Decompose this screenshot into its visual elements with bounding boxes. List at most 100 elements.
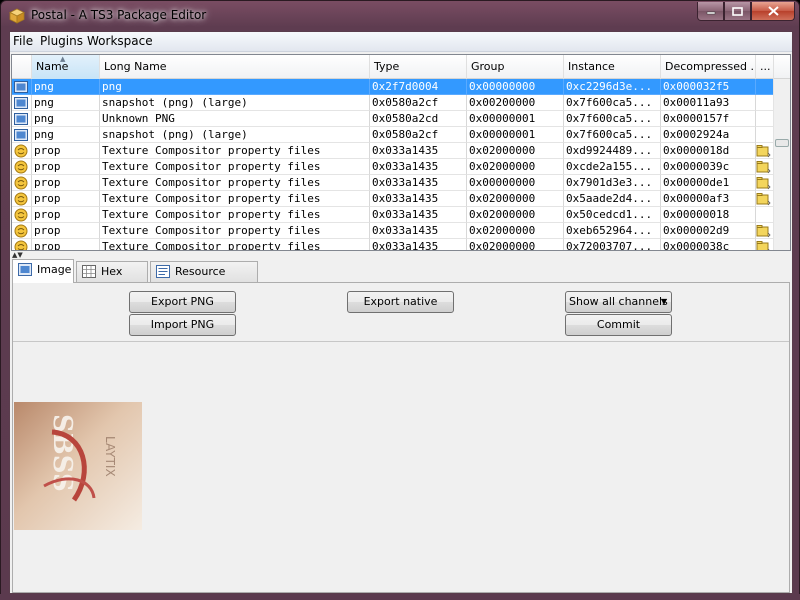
export-png-button[interactable]: Export PNG — [129, 291, 236, 313]
vertical-scrollbar[interactable] — [773, 79, 790, 250]
table-row[interactable]: png snapshot (png) (large) 0x0580a2cf 0x002… — [12, 95, 774, 111]
cell-long-name: Texture Compositor property files — [100, 191, 370, 207]
cell-name: prop — [32, 223, 100, 239]
folder-icon — [756, 225, 771, 238]
cell-type: 0x2f7d0004 — [370, 79, 467, 95]
maximize-button[interactable] — [724, 2, 751, 21]
title-bar[interactable]: Postal - A TS3 Package Editor — [1, 1, 800, 31]
column-header-group[interactable]: Group — [467, 55, 564, 79]
resource-grid[interactable]: ▲ Name Long Name Type Group Instance Dec… — [11, 54, 791, 251]
image-preview-area: SBSS LAYTIX — [13, 341, 789, 592]
splitter-arrows-icon[interactable]: ▲▼ — [12, 251, 23, 259]
table-row[interactable]: prop Texture Compositor property files 0x0… — [12, 143, 774, 159]
cell-extra — [756, 111, 774, 127]
minimize-button[interactable] — [697, 2, 724, 21]
cell-group: 0x02000000 — [467, 143, 564, 159]
channels-select-value: Show all channels — [569, 295, 668, 308]
import-png-button[interactable]: Import PNG — [129, 314, 236, 336]
cell-group: 0x02000000 — [467, 239, 564, 250]
cell-type: 0x0580a2cd — [370, 111, 467, 127]
column-header-decompressed[interactable]: Decompressed ... — [661, 55, 756, 79]
cell-type: 0x033a1435 — [370, 159, 467, 175]
cell-instance: 0xeb652964... — [564, 223, 661, 239]
cell-type: 0x033a1435 — [370, 207, 467, 223]
cell-name: png — [32, 111, 100, 127]
panel-splitter[interactable]: ▲▼ — [10, 251, 792, 259]
cell-instance: 0x7f600ca5... — [564, 127, 661, 143]
cell-group: 0x00000001 — [467, 111, 564, 127]
cell-group: 0x02000000 — [467, 159, 564, 175]
cell-name: prop — [32, 191, 100, 207]
cell-name: prop — [32, 159, 100, 175]
tab-image-label: Image — [37, 263, 72, 276]
tab-hex-view[interactable]: Hex View — [76, 261, 148, 297]
cell-decompressed: 0x000002d9 — [661, 223, 756, 239]
cell-instance: 0x7901d3e3... — [564, 175, 661, 191]
table-row[interactable]: prop Texture Compositor property files 0x0… — [12, 175, 774, 191]
table-row[interactable]: prop Texture Compositor property files 0x0… — [12, 239, 774, 250]
menu-plugins[interactable]: Plugins — [40, 34, 83, 48]
cell-extra — [756, 127, 774, 143]
chevron-down-icon: ▼ — [660, 297, 667, 306]
table-row[interactable]: png Unknown PNG 0x0580a2cd 0x00000001 0x7f60… — [12, 111, 774, 127]
table-row[interactable]: png snapshot (png) (large) 0x0580a2cf 0x000… — [12, 127, 774, 143]
table-row[interactable]: prop Texture Compositor property files 0x0… — [12, 207, 774, 223]
property-icon — [14, 240, 28, 250]
folder-icon — [756, 177, 771, 190]
table-row[interactable]: prop Texture Compositor property files 0x0… — [12, 159, 774, 175]
close-button[interactable] — [751, 2, 795, 21]
window-bottom-border — [0, 594, 800, 600]
table-row[interactable]: prop Texture Compositor property files 0x0… — [12, 223, 774, 239]
scrollbar-thumb[interactable] — [775, 139, 789, 147]
tab-image[interactable]: Image — [12, 259, 74, 283]
export-native-button[interactable]: Export native — [347, 291, 454, 313]
cell-instance: 0x5aade2d4... — [564, 191, 661, 207]
cell-group: 0x00000001 — [467, 127, 564, 143]
cell-long-name: Texture Compositor property files — [100, 239, 370, 250]
folder-icon — [756, 193, 771, 206]
channels-select[interactable]: Show all channels ▼ — [565, 291, 672, 313]
column-header-more[interactable]: ... — [756, 55, 774, 79]
cell-type: 0x0580a2cf — [370, 95, 467, 111]
property-icon — [14, 208, 28, 222]
cell-name: png — [32, 95, 100, 111]
cell-type: 0x0580a2cf — [370, 127, 467, 143]
property-icon — [14, 224, 28, 238]
cell-long-name: snapshot (png) (large) — [100, 95, 370, 111]
column-header-instance[interactable]: Instance — [564, 55, 661, 79]
table-row[interactable]: png png 0x2f7d0004 0x00000000 0xc2296d3e... 0… — [12, 79, 774, 95]
package-icon — [9, 8, 25, 24]
cell-decompressed: 0x00000de1 — [661, 175, 756, 191]
hex-grid-icon — [82, 265, 96, 278]
commit-button[interactable]: Commit — [565, 314, 672, 336]
cell-decompressed: 0x0000038c — [661, 239, 756, 250]
cell-extra — [756, 207, 774, 223]
cell-group: 0x02000000 — [467, 207, 564, 223]
cell-long-name: snapshot (png) (large) — [100, 127, 370, 143]
menu-workspace[interactable]: Workspace — [87, 34, 153, 48]
cell-instance: 0xd9924489... — [564, 143, 661, 159]
column-header-type[interactable]: Type — [370, 55, 467, 79]
tab-resource-details[interactable]: Resource Details — [150, 261, 258, 297]
close-icon — [767, 6, 779, 16]
cell-group: 0x02000000 — [467, 191, 564, 207]
cell-name: png — [32, 127, 100, 143]
column-header-name[interactable]: ▲ Name — [32, 55, 100, 79]
property-icon — [14, 176, 28, 190]
cell-long-name: Texture Compositor property files — [100, 175, 370, 191]
sort-ascending-icon: ▲ — [60, 55, 66, 63]
cell-decompressed: 0x00000af3 — [661, 191, 756, 207]
cell-decompressed: 0x000032f5 — [661, 79, 756, 95]
cell-type: 0x033a1435 — [370, 143, 467, 159]
table-row[interactable]: prop Texture Compositor property files 0x0… — [12, 191, 774, 207]
column-header-long-name[interactable]: Long Name — [100, 55, 370, 79]
image-icon — [14, 97, 28, 109]
cell-long-name: Texture Compositor property files — [100, 207, 370, 223]
property-icon — [14, 160, 28, 174]
property-icon — [14, 144, 28, 158]
cell-name: png — [32, 79, 100, 95]
cell-type: 0x033a1435 — [370, 239, 467, 250]
cell-group: 0x02000000 — [467, 223, 564, 239]
menu-file[interactable]: File — [13, 34, 33, 48]
cell-name: prop — [32, 175, 100, 191]
